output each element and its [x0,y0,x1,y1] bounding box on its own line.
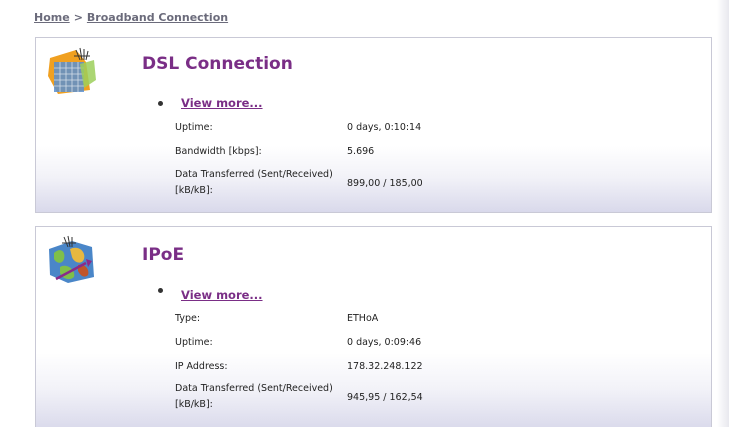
row-value: ETHoA [347,313,379,324]
breadcrumb-home-link[interactable]: Home [34,11,70,24]
page: Home > Broadband Connection DSL Connecti… [0,0,729,427]
row-value: 945,95 / 162,54 [347,392,423,403]
row-value: 899,00 / 185,00 [347,178,423,189]
row-value: 0 days, 0:09:46 [347,337,422,348]
ipoe-globe-icon [46,235,98,287]
row-label: Data Transferred (Sent/Received) [kB/kB]… [175,383,333,410]
view-more-link[interactable]: View more... [181,288,263,302]
breadcrumb-current-link[interactable]: Broadband Connection [87,11,228,24]
panel-title: IPoE [142,245,185,265]
bullet-icon [158,288,163,293]
row-label: IP Address: [175,361,228,372]
breadcrumb: Home > Broadband Connection [34,11,228,24]
row-value: 178.32.248.122 [347,361,423,372]
row-label: Bandwidth [kbps]: [175,146,262,157]
row-label: Uptime: [175,337,213,348]
row-value: 0 days, 0:10:14 [347,122,422,133]
dsl-network-icon [46,46,98,98]
bullet-icon [158,101,163,106]
row-label: Type: [175,313,201,324]
dsl-connection-panel: DSL Connection View more... Uptime: 0 da… [35,37,712,213]
ipoe-panel: IPoE View more... Type: ETHoA Uptime: 0 … [35,226,712,427]
row-label: Uptime: [175,122,213,133]
panel-title: DSL Connection [142,54,293,74]
row-label: Data Transferred (Sent/Received) [kB/kB]… [175,169,333,196]
page-shadow [717,0,729,427]
breadcrumb-separator: > [73,11,83,24]
row-value: 5.696 [347,146,375,157]
view-more-link[interactable]: View more... [181,96,263,110]
